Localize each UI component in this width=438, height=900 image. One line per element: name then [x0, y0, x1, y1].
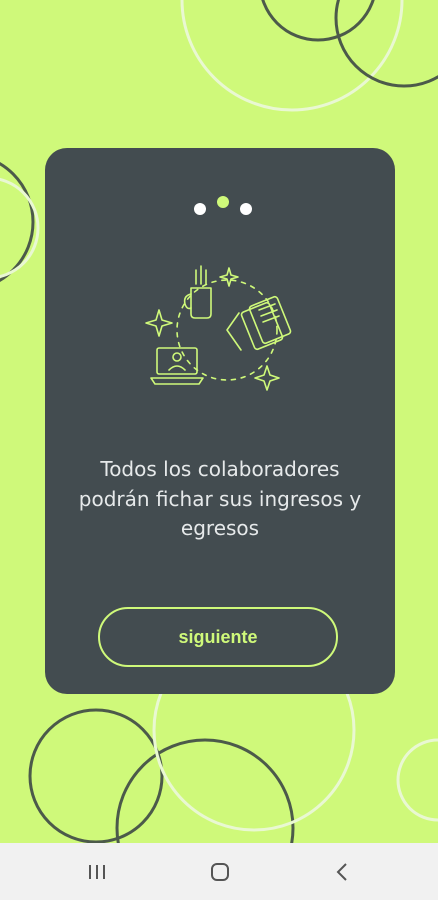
recents-button[interactable] — [77, 855, 117, 889]
system-navigation-bar — [0, 843, 438, 900]
page-dot-3 — [240, 203, 252, 215]
page-dot-1 — [194, 203, 206, 215]
recents-icon — [89, 865, 105, 879]
page-indicator — [0, 193, 438, 215]
back-icon — [336, 863, 347, 881]
next-button[interactable]: siguiente — [98, 607, 338, 667]
page-dot-2-active — [217, 196, 229, 208]
home-icon — [211, 863, 229, 881]
onboarding-message: Todos los colaboradores podrán fichar su… — [78, 457, 362, 540]
remote-work-illustration-icon — [145, 265, 292, 391]
home-button[interactable] — [200, 855, 240, 889]
back-button[interactable] — [322, 855, 362, 889]
